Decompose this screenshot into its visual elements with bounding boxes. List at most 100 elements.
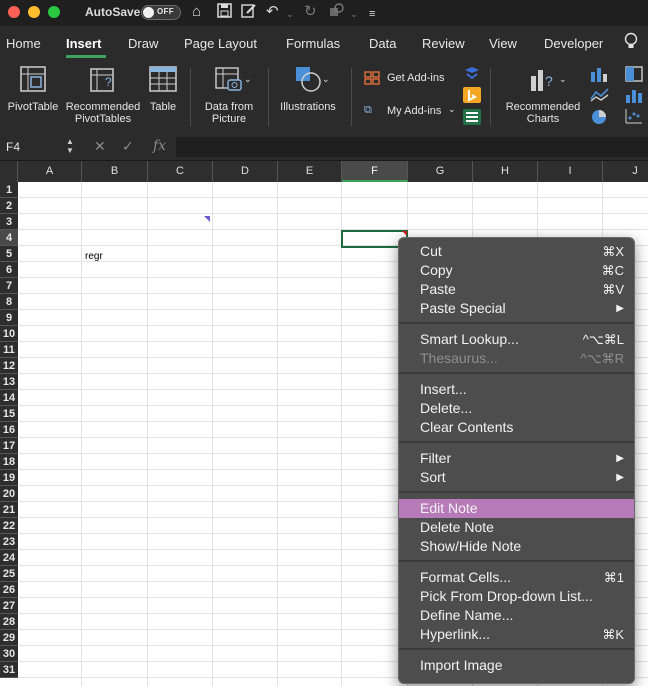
column-header-b[interactable]: B — [82, 161, 148, 182]
row-header-4[interactable]: 4 — [0, 230, 18, 246]
tab-data[interactable]: Data — [369, 36, 396, 51]
column-chart-icon[interactable] — [590, 66, 610, 85]
row-header-25[interactable]: 25 — [0, 566, 18, 582]
row-header-24[interactable]: 24 — [0, 550, 18, 566]
insert-function-icon[interactable]: fx — [153, 138, 166, 154]
select-all-corner[interactable] — [0, 161, 18, 182]
recommended-charts-button[interactable]: ? Recommended Charts — [502, 64, 584, 125]
row-header-31[interactable]: 31 — [0, 662, 18, 678]
menu-item-format-cells[interactable]: Format Cells... ⌘1 — [399, 568, 634, 587]
menu-item-cut[interactable]: Cut ⌘X — [399, 242, 634, 261]
table-button[interactable]: Table — [144, 64, 182, 113]
row-header-10[interactable]: 10 — [0, 326, 18, 342]
row-header-8[interactable]: 8 — [0, 294, 18, 310]
menu-item-paste-special[interactable]: Paste Special ▶ — [399, 299, 634, 318]
illustrations-button[interactable]: Illustrations — [276, 64, 340, 113]
customize-toolbar-icon[interactable]: ≡ — [369, 5, 375, 23]
name-box[interactable]: F4 ▲ ▼ — [0, 136, 80, 158]
row-header-28[interactable]: 28 — [0, 614, 18, 630]
statistic-chart-icon[interactable] — [625, 87, 643, 106]
row-header-30[interactable]: 30 — [0, 646, 18, 662]
column-header-g[interactable]: G — [408, 161, 473, 182]
hierarchy-chart-icon[interactable] — [625, 66, 643, 85]
tab-view[interactable]: View — [489, 36, 517, 51]
tab-page-layout[interactable]: Page Layout — [184, 36, 257, 51]
save-icon[interactable] — [217, 3, 232, 23]
menu-item-paste[interactable]: Paste ⌘V — [399, 280, 634, 299]
cancel-formula-icon[interactable]: ✕ — [94, 138, 106, 155]
minimize-window-button[interactable] — [28, 6, 40, 18]
row-header-3[interactable]: 3 — [0, 214, 18, 230]
menu-item-define-name[interactable]: Define Name... — [399, 606, 634, 625]
tab-review[interactable]: Review — [422, 36, 465, 51]
tab-draw[interactable]: Draw — [128, 36, 158, 51]
column-header-j[interactable]: J — [603, 161, 648, 182]
menu-item-show-hide-note[interactable]: Show/Hide Note — [399, 537, 634, 556]
menu-item-edit-note[interactable]: Edit Note — [399, 499, 634, 518]
row-header-11[interactable]: 11 — [0, 342, 18, 358]
row-header-23[interactable]: 23 — [0, 534, 18, 550]
line-chart-icon[interactable] — [590, 87, 610, 106]
pivottable-button[interactable]: PivotTable — [4, 64, 62, 113]
recommended-charts-dropdown-icon[interactable]: ⌄ — [559, 74, 567, 85]
menu-item-insert[interactable]: Insert... — [399, 380, 634, 399]
formula-input[interactable] — [176, 137, 648, 157]
my-addins-button[interactable]: My Add-ins — [387, 105, 441, 117]
tab-developer[interactable]: Developer — [544, 36, 603, 51]
row-header-21[interactable]: 21 — [0, 502, 18, 518]
row-header-26[interactable]: 26 — [0, 582, 18, 598]
close-window-button[interactable] — [8, 6, 20, 18]
row-header-9[interactable]: 9 — [0, 310, 18, 326]
get-addins-icon[interactable] — [364, 71, 380, 88]
my-addins-icon[interactable]: ⧉ — [364, 104, 372, 117]
column-header-i[interactable]: I — [538, 161, 603, 182]
tab-home[interactable]: Home — [6, 36, 41, 51]
column-header-c[interactable]: C — [148, 161, 213, 182]
lightbulb-icon[interactable] — [624, 32, 638, 55]
row-header-7[interactable]: 7 — [0, 278, 18, 294]
menu-item-filter[interactable]: Filter ▶ — [399, 449, 634, 468]
cell-b5[interactable]: regr — [85, 251, 103, 262]
undo-dropdown-icon[interactable]: ⌄ — [286, 5, 294, 23]
menu-item-copy[interactable]: Copy ⌘C — [399, 261, 634, 280]
row-header-5[interactable]: 5 — [0, 246, 18, 262]
column-header-h[interactable]: H — [473, 161, 538, 182]
menu-item-pick-from-drop-down-list[interactable]: Pick From Drop-down List... — [399, 587, 634, 606]
row-header-19[interactable]: 19 — [0, 470, 18, 486]
menu-item-sort[interactable]: Sort ▶ — [399, 468, 634, 487]
row-header-16[interactable]: 16 — [0, 422, 18, 438]
row-header-13[interactable]: 13 — [0, 374, 18, 390]
row-header-17[interactable]: 17 — [0, 438, 18, 454]
home-icon[interactable]: ⌂ — [192, 3, 201, 21]
undo-icon[interactable]: ↶ — [266, 3, 279, 21]
my-addins-dropdown-icon[interactable]: ⌄ — [448, 104, 456, 115]
row-header-1[interactable]: 1 — [0, 182, 18, 198]
autosave-toggle[interactable]: OFF — [141, 5, 181, 20]
menu-item-import-image[interactable]: Import Image — [399, 656, 634, 675]
data-from-picture-dropdown-icon[interactable]: ⌄ — [244, 74, 252, 85]
scatter-chart-icon[interactable] — [625, 108, 643, 127]
row-header-6[interactable]: 6 — [0, 262, 18, 278]
edit-document-icon[interactable] — [241, 3, 257, 23]
row-header-15[interactable]: 15 — [0, 406, 18, 422]
row-header-29[interactable]: 29 — [0, 630, 18, 646]
tab-formulas[interactable]: Formulas — [286, 36, 340, 51]
menu-item-smart-lookup[interactable]: Smart Lookup... ^⌥⌘L — [399, 330, 634, 349]
get-addins-button[interactable]: Get Add-ins — [387, 72, 444, 84]
zoom-window-button[interactable] — [48, 6, 60, 18]
row-header-22[interactable]: 22 — [0, 518, 18, 534]
row-header-14[interactable]: 14 — [0, 390, 18, 406]
recommended-pivottables-button[interactable]: ? Recommended PivotTables — [64, 64, 142, 125]
column-header-d[interactable]: D — [213, 161, 278, 182]
visio-icon[interactable] — [464, 66, 480, 83]
menu-item-delete[interactable]: Delete... — [399, 399, 634, 418]
pie-chart-icon[interactable] — [590, 108, 608, 129]
column-header-e[interactable]: E — [278, 161, 342, 182]
row-header-12[interactable]: 12 — [0, 358, 18, 374]
row-header-20[interactable]: 20 — [0, 486, 18, 502]
menu-item-delete-note[interactable]: Delete Note — [399, 518, 634, 537]
row-header-18[interactable]: 18 — [0, 454, 18, 470]
people-graph-icon[interactable] — [463, 109, 481, 128]
menu-item-clear-contents[interactable]: Clear Contents — [399, 418, 634, 437]
row-header-27[interactable]: 27 — [0, 598, 18, 614]
